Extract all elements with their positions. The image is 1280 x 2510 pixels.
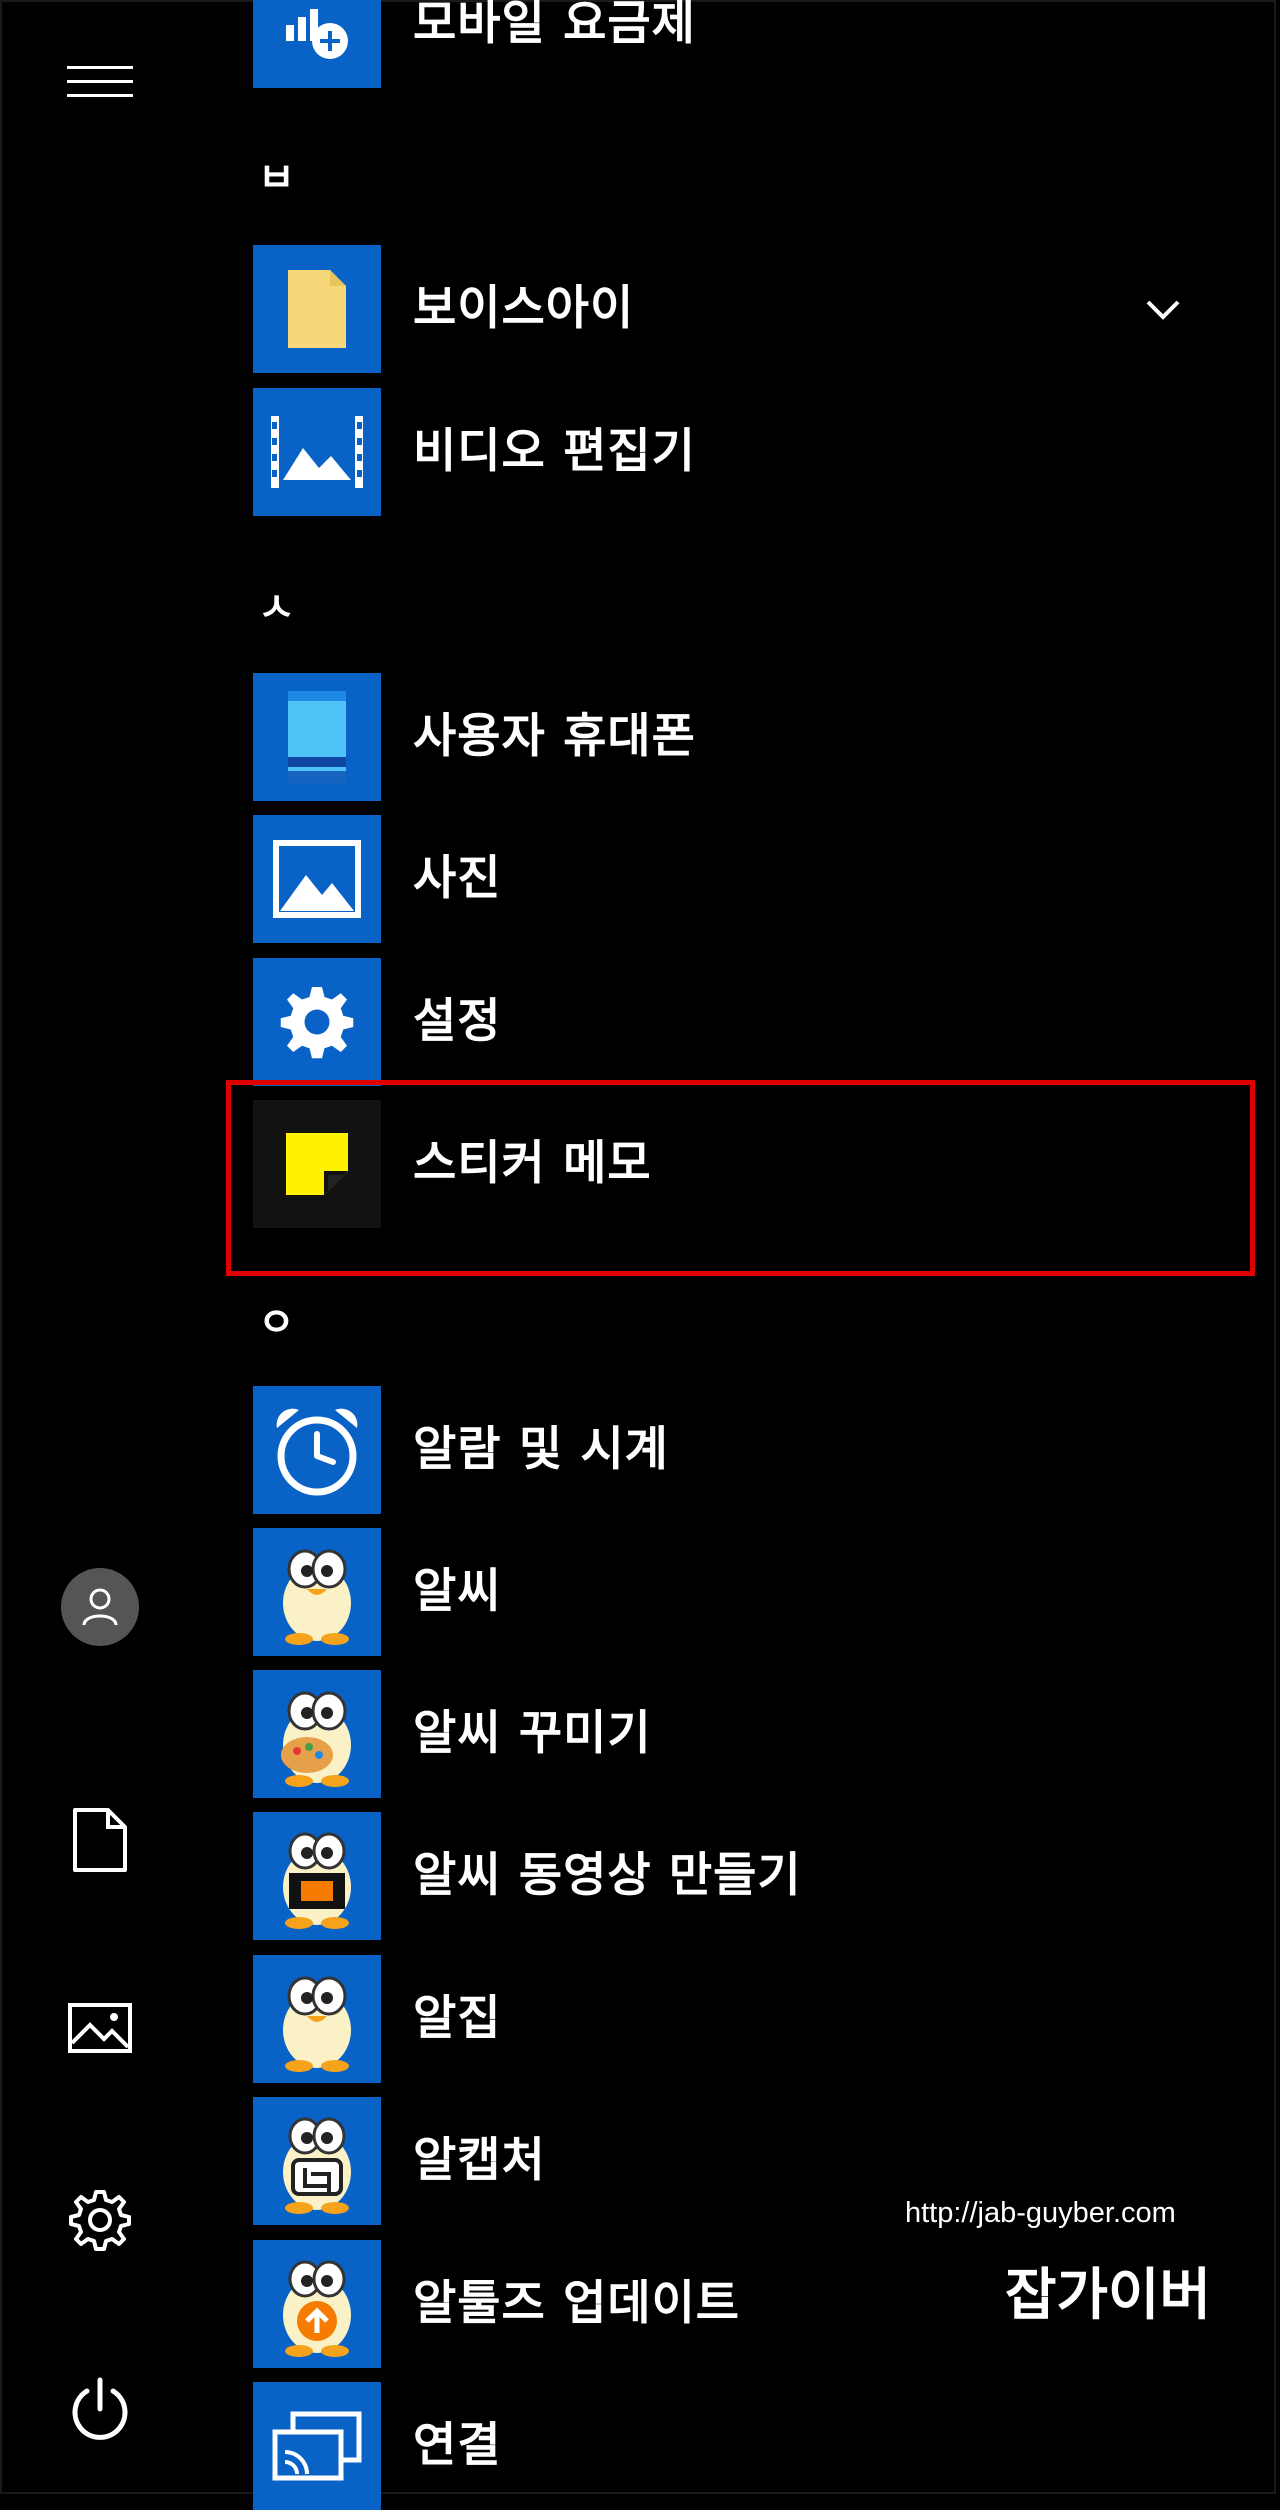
app-label: 알씨 xyxy=(413,1564,502,1619)
egg-mascot-capture-icon xyxy=(283,2117,351,2214)
group-header-siot[interactable]: ㅅ xyxy=(258,575,295,633)
app-label: 알집 xyxy=(413,1991,502,2046)
avatar xyxy=(61,1568,139,1646)
gear-icon xyxy=(280,987,354,1059)
gear-icon xyxy=(69,2190,131,2251)
app-label: 알람 및 시계 xyxy=(413,1422,669,1477)
cast-icon xyxy=(272,2411,362,2481)
power-icon xyxy=(72,2377,128,2440)
egg-mascot-update-icon xyxy=(283,2260,351,2357)
app-label: 알툴즈 업데이트 xyxy=(413,2276,741,2331)
app-alsee[interactable]: 알씨 xyxy=(253,1528,1253,1656)
app-tile xyxy=(253,1528,381,1656)
settings-rail-button[interactable] xyxy=(55,2175,145,2265)
app-label: 설정 xyxy=(413,994,502,1049)
app-label: 비디오 편집기 xyxy=(413,424,696,479)
alarm-clock-icon xyxy=(276,1408,358,1496)
phone-icon xyxy=(288,691,346,783)
watermark-url: http://jab-guyber.com xyxy=(905,2197,1176,2229)
app-tile xyxy=(253,388,381,516)
app-voiceeye[interactable]: 보이스아이 xyxy=(253,245,1253,373)
app-connect[interactable]: 연결 xyxy=(253,2382,1253,2510)
egg-mascot-video-icon xyxy=(283,1832,351,1929)
app-tile xyxy=(253,815,381,943)
documents-button[interactable] xyxy=(55,1795,145,1885)
app-label: 알캡처 xyxy=(413,2133,546,2188)
watermark-name: 잡가이버 xyxy=(1005,2263,1212,2328)
hamburger-icon xyxy=(67,66,133,97)
app-label: 연결 xyxy=(413,2418,502,2473)
egg-mascot-palette-icon xyxy=(281,1691,351,1787)
app-video-editor[interactable]: 비디오 편집기 xyxy=(253,388,1253,516)
app-label: 모바일 요금제 xyxy=(413,0,696,51)
mobile-plan-icon xyxy=(286,9,348,59)
power-button[interactable] xyxy=(55,2365,145,2455)
app-label: 사진 xyxy=(413,851,502,906)
app-label: 사용자 휴대폰 xyxy=(413,709,696,764)
app-alarms-clock[interactable]: 알람 및 시계 xyxy=(253,1386,1253,1514)
app-tile xyxy=(253,958,381,1086)
app-tile xyxy=(253,1386,381,1514)
app-alsee-decorate[interactable]: 알씨 꾸미기 xyxy=(253,1670,1253,1798)
app-tile xyxy=(253,673,381,801)
user-icon xyxy=(82,1588,118,1626)
app-tile xyxy=(253,2097,381,2225)
highlight-box xyxy=(226,1080,1255,1276)
app-your-phone[interactable]: 사용자 휴대폰 xyxy=(253,673,1253,801)
app-mobile-plan[interactable]: 모바일 요금제 xyxy=(253,0,1253,88)
expand-menu-button[interactable] xyxy=(55,37,145,127)
group-header-ieung[interactable]: ㅇ xyxy=(258,1290,295,1348)
app-tile xyxy=(253,2382,381,2510)
app-label: 보이스아이 xyxy=(413,281,635,336)
document-icon xyxy=(73,1808,127,1872)
pictures-button[interactable] xyxy=(55,1983,145,2073)
folder-icon xyxy=(288,270,346,348)
app-photos[interactable]: 사진 xyxy=(253,815,1253,943)
app-tile xyxy=(253,1955,381,2083)
photo-icon xyxy=(273,840,361,918)
app-tile xyxy=(253,2240,381,2368)
account-button[interactable] xyxy=(55,1562,145,1652)
app-label: 알씨 꾸미기 xyxy=(413,1706,652,1761)
film-icon xyxy=(271,416,363,488)
app-alsee-video[interactable]: 알씨 동영상 만들기 xyxy=(253,1812,1253,1940)
app-settings[interactable]: 설정 xyxy=(253,958,1253,1086)
app-tile xyxy=(253,0,381,88)
app-alzip[interactable]: 알집 xyxy=(253,1955,1253,2083)
egg-mascot-zip-icon xyxy=(283,1976,351,2072)
start-left-rail xyxy=(0,0,200,2498)
app-tile xyxy=(253,1670,381,1798)
app-tile xyxy=(253,245,381,373)
app-label: 알씨 동영상 만들기 xyxy=(413,1848,802,1903)
egg-mascot-icon xyxy=(283,1549,351,1645)
group-header-bieup[interactable]: ㅂ xyxy=(258,145,295,203)
picture-icon xyxy=(68,2003,132,2053)
app-tile xyxy=(253,1812,381,1940)
chevron-down-icon[interactable] xyxy=(1138,284,1188,334)
